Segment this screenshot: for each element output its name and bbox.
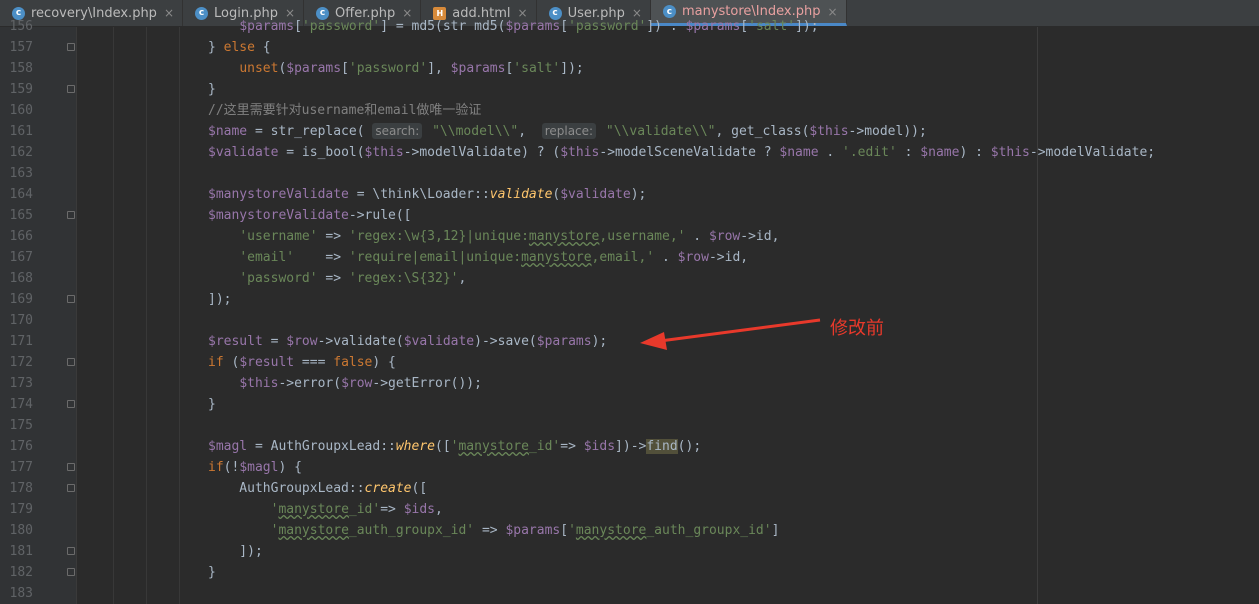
annotation-label: 修改前 (830, 318, 884, 339)
annotation-arrow (640, 318, 821, 350)
